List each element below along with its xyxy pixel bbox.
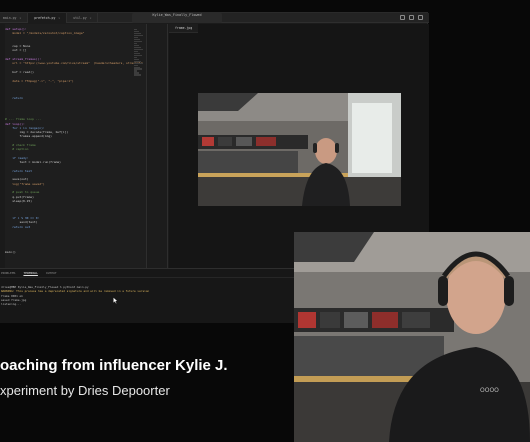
editor-tab[interactable]: main.py × xyxy=(0,12,29,23)
window-title: Kylie_Was_Finally_Flowed xyxy=(132,13,222,23)
editor-tab-label: util.py xyxy=(73,15,87,20)
editor-title-bar: main.py × prefetch.py × util.py × Kylie_Was_F… xyxy=(0,12,429,23)
minimap-line xyxy=(134,74,141,76)
code-line: url = "https://www.youtube.com/live/stre… xyxy=(5,61,143,66)
split-editor-icon[interactable] xyxy=(400,15,405,20)
webcam-scene-large: OOOO xyxy=(294,232,530,442)
editor-tabs: main.py × prefetch.py × util.py × xyxy=(0,12,99,23)
minimap[interactable] xyxy=(134,28,144,88)
video-caption-credit: xperiment by Dries Depoorter xyxy=(0,383,170,398)
editor-tab-label: main.py xyxy=(3,15,17,20)
mouse-cursor-icon xyxy=(113,297,118,304)
toggle-sidebar-icon[interactable] xyxy=(418,15,423,20)
editor-tab-label: prefetch.py xyxy=(34,15,56,20)
editor-tab[interactable]: util.py × xyxy=(67,12,99,23)
close-icon[interactable]: × xyxy=(19,16,21,20)
webcam-live-image: OOOO xyxy=(294,232,530,442)
svg-text:OOOO: OOOO xyxy=(480,387,499,394)
terminal-tab[interactable]: TERMINAL xyxy=(23,271,37,275)
code-line: main() xyxy=(5,250,16,255)
video-caption-title: oaching from influencer Kylie J. xyxy=(0,357,228,374)
code-editor-pane[interactable]: def setup(): model = "/models/zeroshot/c… xyxy=(0,24,147,268)
close-icon[interactable]: × xyxy=(90,16,92,20)
editor-tab[interactable]: prefetch.py × xyxy=(28,12,68,23)
close-icon[interactable]: × xyxy=(58,16,60,20)
terminal-tab[interactable]: OUTPUT xyxy=(46,271,57,275)
secondary-editor-pane xyxy=(148,24,168,268)
preview-tab[interactable]: frame.jpg xyxy=(169,24,199,33)
toggle-panel-icon[interactable] xyxy=(409,15,414,20)
video-frame: main.py × prefetch.py × util.py × Kylie_Was_F… xyxy=(0,0,530,442)
terminal-tab[interactable]: PROBLEMS xyxy=(1,271,15,275)
code-content[interactable]: def setup(): model = "/models/zeroshot/c… xyxy=(5,27,143,255)
webcam-preview-image xyxy=(198,93,401,206)
webcam-scene xyxy=(198,93,401,206)
window-controls xyxy=(400,15,423,20)
